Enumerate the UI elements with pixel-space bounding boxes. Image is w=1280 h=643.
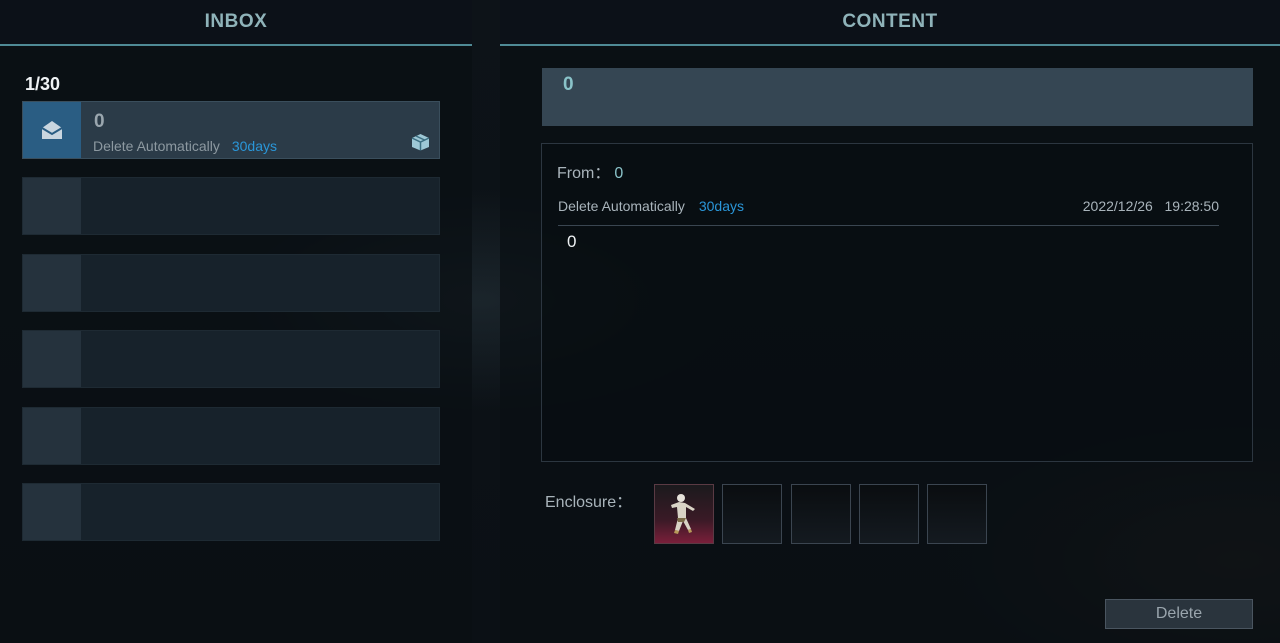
delete-button-label: Delete <box>1155 605 1203 622</box>
character-figure-icon <box>671 494 695 534</box>
content-header: CONTENT <box>500 0 1280 46</box>
auto-delete-days: 30days <box>698 198 744 214</box>
mail-title: 0 <box>94 111 105 132</box>
inbox-panel: INBOX 1/30 0 Delete Automatically 30days <box>0 0 472 643</box>
mail-thumb <box>23 408 81 464</box>
from-label: From： <box>557 165 611 182</box>
mail-delete-label: Delete Automatically <box>93 138 220 154</box>
mail-date: 2022/12/26 <box>1082 198 1153 214</box>
content-title: CONTENT <box>842 11 938 32</box>
mail-body: 0 <box>567 232 577 251</box>
auto-delete-label: Delete Automatically <box>558 198 685 214</box>
enclosure-slot-4[interactable] <box>859 484 919 544</box>
mail-thumb <box>23 178 81 234</box>
inbox-header: INBOX <box>0 0 472 46</box>
empty-mail-slot <box>22 483 440 541</box>
mail-days: 30days <box>231 138 277 154</box>
empty-mail-slot <box>22 254 440 312</box>
empty-mail-slot <box>22 177 440 235</box>
content-panel: CONTENT 0 From： 0 Delete Automatically 30d… <box>500 0 1280 643</box>
enclosure-label: Enclosure： <box>545 494 633 511</box>
mail-time: 19:28:50 <box>1164 198 1220 214</box>
enclosure-slot-1[interactable] <box>654 484 714 544</box>
from-line: From： 0 <box>557 159 623 183</box>
enclosure-slot-3[interactable] <box>791 484 851 544</box>
mail-meta-row: Delete Automatically 30days 2022/12/26 19… <box>558 198 1219 226</box>
enclosure-slot-5[interactable] <box>927 484 987 544</box>
mail-thumb <box>23 102 81 158</box>
envelope-open-icon <box>41 121 63 139</box>
mail-thumb <box>23 255 81 311</box>
mail-thumb <box>23 331 81 387</box>
mail-thumb <box>23 484 81 540</box>
mail-timestamp: 2022/12/26 19:28:50 <box>1083 198 1219 214</box>
from-value: 0 <box>614 165 624 182</box>
mail-count: 1/30 <box>25 74 61 94</box>
empty-mail-slot <box>22 407 440 465</box>
mail-item-body: 0 Delete Automatically 30days <box>81 102 439 158</box>
enclosure-slot-2[interactable] <box>722 484 782 544</box>
gift-box-icon <box>411 134 430 151</box>
mail-subject: 0 <box>542 68 1253 126</box>
empty-mail-slot <box>22 330 440 388</box>
mail-item[interactable]: 0 Delete Automatically 30days <box>22 101 440 159</box>
subject-text: 0 <box>563 74 574 95</box>
mail-content-box[interactable]: From： 0 Delete Automatically 30days 2022/1… <box>541 143 1253 462</box>
delete-button[interactable]: Delete <box>1105 599 1253 629</box>
inbox-title: INBOX <box>204 11 268 32</box>
mail-expiry: Delete Automatically 30days <box>93 138 277 154</box>
